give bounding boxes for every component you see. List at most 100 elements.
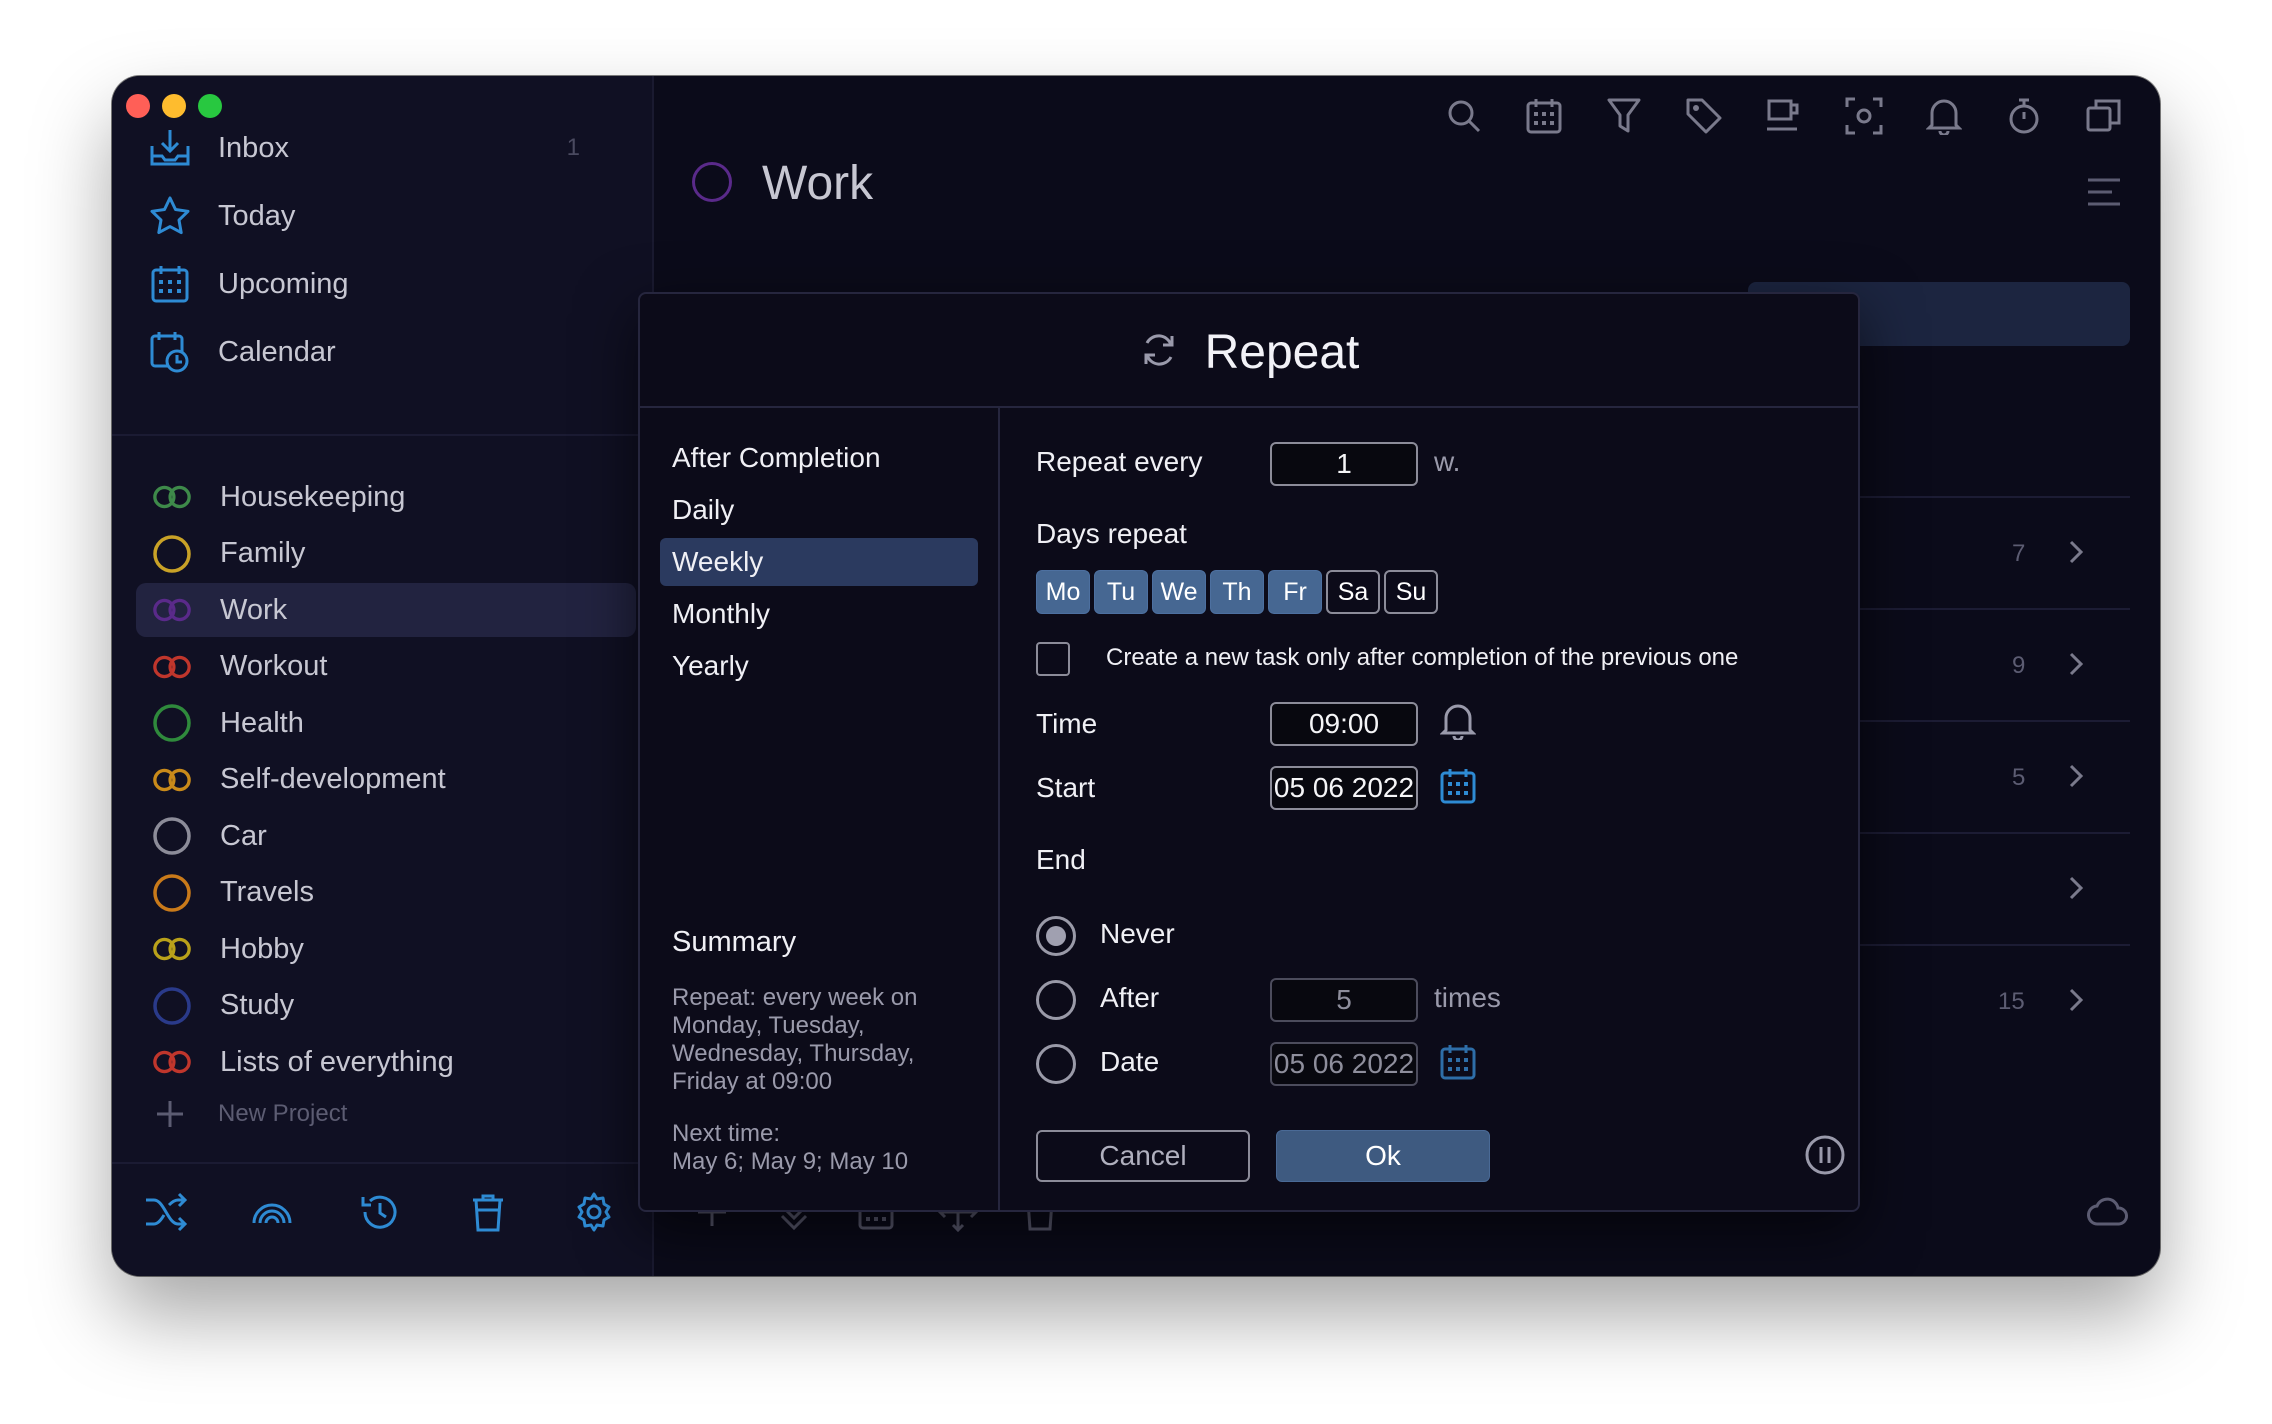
ok-button[interactable]: Ok xyxy=(1276,1130,1490,1182)
frequency-yearly[interactable]: Yearly xyxy=(660,642,978,690)
new-project-label: New Project xyxy=(218,1100,348,1127)
sidebar-project-housekeeping[interactable]: Housekeeping xyxy=(136,470,636,524)
trash-icon[interactable] xyxy=(464,1188,512,1236)
cup-icon[interactable] xyxy=(1762,94,1806,138)
minimize-window-button[interactable] xyxy=(162,94,186,118)
focus-icon[interactable] xyxy=(1842,94,1886,138)
end-never-radio[interactable] xyxy=(1036,916,1076,956)
day-toggle-we[interactable]: We xyxy=(1152,570,1206,614)
days-repeat-label: Days repeat xyxy=(1036,518,1187,549)
calendar-icon[interactable] xyxy=(1440,1044,1476,1085)
timer-icon[interactable] xyxy=(2002,94,2046,138)
new-project-button[interactable]: New Project xyxy=(148,1086,347,1142)
double-ring-icon xyxy=(152,929,192,969)
end-after-radio[interactable] xyxy=(1036,980,1076,1020)
tag-icon[interactable] xyxy=(1682,94,1726,138)
frequency-label: After Completion xyxy=(672,442,881,473)
sidebar-item-inbox[interactable]: Inbox 1 xyxy=(148,120,618,176)
end-date-input[interactable]: 05 06 2022 xyxy=(1270,1042,1418,1086)
sidebar-project-label: Study xyxy=(220,989,295,1021)
chevron-right-icon[interactable] xyxy=(2062,650,2090,678)
pause-icon[interactable] xyxy=(1804,1134,1846,1181)
end-after-count-input[interactable]: 5 xyxy=(1270,978,1418,1022)
sidebar-project-workout[interactable]: Workout xyxy=(136,640,636,694)
repeat-every-label: Repeat every xyxy=(1036,446,1203,477)
chevron-right-icon[interactable] xyxy=(2062,986,2090,1014)
bell-icon[interactable] xyxy=(1439,702,1477,745)
time-input[interactable]: 09:00 xyxy=(1270,702,1418,746)
close-window-button[interactable] xyxy=(126,94,150,118)
rainbow-icon[interactable] xyxy=(248,1188,296,1236)
sidebar-item-label: Upcoming xyxy=(218,267,349,300)
next-time-value: May 6; May 9; May 10 xyxy=(672,1148,909,1175)
shuffle-icon[interactable] xyxy=(142,1188,190,1236)
after-completion-checkbox[interactable] xyxy=(1036,642,1070,676)
app-window: Inbox 1 Today Upcoming Calendar Housekee… xyxy=(112,76,2160,1276)
repeat-every-input[interactable]: 1 xyxy=(1270,442,1418,486)
sidebar-project-lists-of-everything[interactable]: Lists of everything xyxy=(136,1035,636,1089)
dialog-divider xyxy=(640,406,1858,408)
gear-icon[interactable] xyxy=(570,1188,618,1236)
day-toggle-th[interactable]: Th xyxy=(1210,570,1264,614)
sidebar-project-work[interactable]: Work xyxy=(136,583,636,637)
day-toggle-tu[interactable]: Tu xyxy=(1094,570,1148,614)
sidebar-project-hobby[interactable]: Hobby xyxy=(136,922,636,976)
repeat-unit: w. xyxy=(1434,446,1461,477)
end-date-radio[interactable] xyxy=(1036,1044,1076,1084)
ring-icon xyxy=(152,703,192,743)
chevron-right-icon[interactable] xyxy=(2062,538,2090,566)
sidebar-project-car[interactable]: Car xyxy=(136,809,636,863)
frequency-daily[interactable]: Daily xyxy=(660,486,978,534)
zoom-window-button[interactable] xyxy=(198,94,222,118)
day-toggle-su[interactable]: Su xyxy=(1384,570,1438,614)
start-date-input[interactable]: 05 06 2022 xyxy=(1270,766,1418,810)
day-toggle-mo[interactable]: Mo xyxy=(1036,570,1090,614)
frequency-monthly[interactable]: Monthly xyxy=(660,590,978,638)
page-title: Work xyxy=(762,157,874,210)
filter-icon[interactable] xyxy=(1602,94,1646,138)
sidebar-bottom-separator xyxy=(112,1162,652,1164)
sidebar-project-label: Health xyxy=(220,706,304,739)
day-toggle-sa[interactable]: Sa xyxy=(1326,570,1380,614)
sidebar-item-calendar[interactable]: Calendar xyxy=(148,324,336,380)
search-icon[interactable] xyxy=(1442,94,1486,138)
calendar-icon[interactable] xyxy=(1522,94,1566,138)
sidebar-project-family[interactable]: Family xyxy=(136,527,636,581)
row-count: 5 xyxy=(2012,764,2026,791)
frequency-label: Daily xyxy=(672,494,735,525)
cloud-icon[interactable] xyxy=(2084,1188,2132,1236)
summary-text: Repeat: every week on Monday, Tuesday, W… xyxy=(672,984,918,1095)
history-icon[interactable] xyxy=(356,1188,404,1236)
inbox-count: 1 xyxy=(566,134,580,161)
menu-icon[interactable] xyxy=(2082,170,2126,214)
sidebar-project-label: Self-development xyxy=(220,763,446,795)
repeat-dialog: Repeat After Completion Daily Weekly Mon… xyxy=(638,292,1860,1212)
sidebar-project-self-development[interactable]: Self-development xyxy=(136,753,636,807)
chevron-right-icon[interactable] xyxy=(2062,762,2090,790)
sidebar-item-label: Inbox xyxy=(218,131,289,164)
frequency-after-completion[interactable]: After Completion xyxy=(660,434,978,482)
row-count: 9 xyxy=(2012,652,2026,679)
cancel-button[interactable]: Cancel xyxy=(1036,1130,1250,1182)
sidebar-project-label: Family xyxy=(220,537,306,569)
dialog-column-divider xyxy=(998,408,1000,1210)
sidebar-item-label: Today xyxy=(218,199,296,232)
calendar-icon[interactable] xyxy=(1440,768,1476,809)
double-ring-icon xyxy=(152,1042,192,1082)
sidebar: Inbox 1 Today Upcoming Calendar Housekee… xyxy=(112,76,654,1276)
day-toggle-fr[interactable]: Fr xyxy=(1268,570,1322,614)
ring-icon xyxy=(152,873,192,913)
chevron-right-icon[interactable] xyxy=(2062,874,2090,902)
bell-icon[interactable] xyxy=(1922,94,1966,138)
frequency-label: Weekly xyxy=(672,546,764,577)
sidebar-project-study[interactable]: Study xyxy=(136,979,636,1033)
frequency-weekly[interactable]: Weekly xyxy=(660,538,978,586)
sidebar-separator xyxy=(112,434,652,436)
end-label: End xyxy=(1036,844,1086,875)
sidebar-project-health[interactable]: Health xyxy=(136,696,636,750)
sidebar-item-today[interactable]: Today xyxy=(148,188,295,244)
copy-icon[interactable] xyxy=(2082,94,2126,138)
ring-icon xyxy=(152,534,192,574)
sidebar-project-travels[interactable]: Travels xyxy=(136,866,636,920)
sidebar-item-upcoming[interactable]: Upcoming xyxy=(148,256,349,312)
